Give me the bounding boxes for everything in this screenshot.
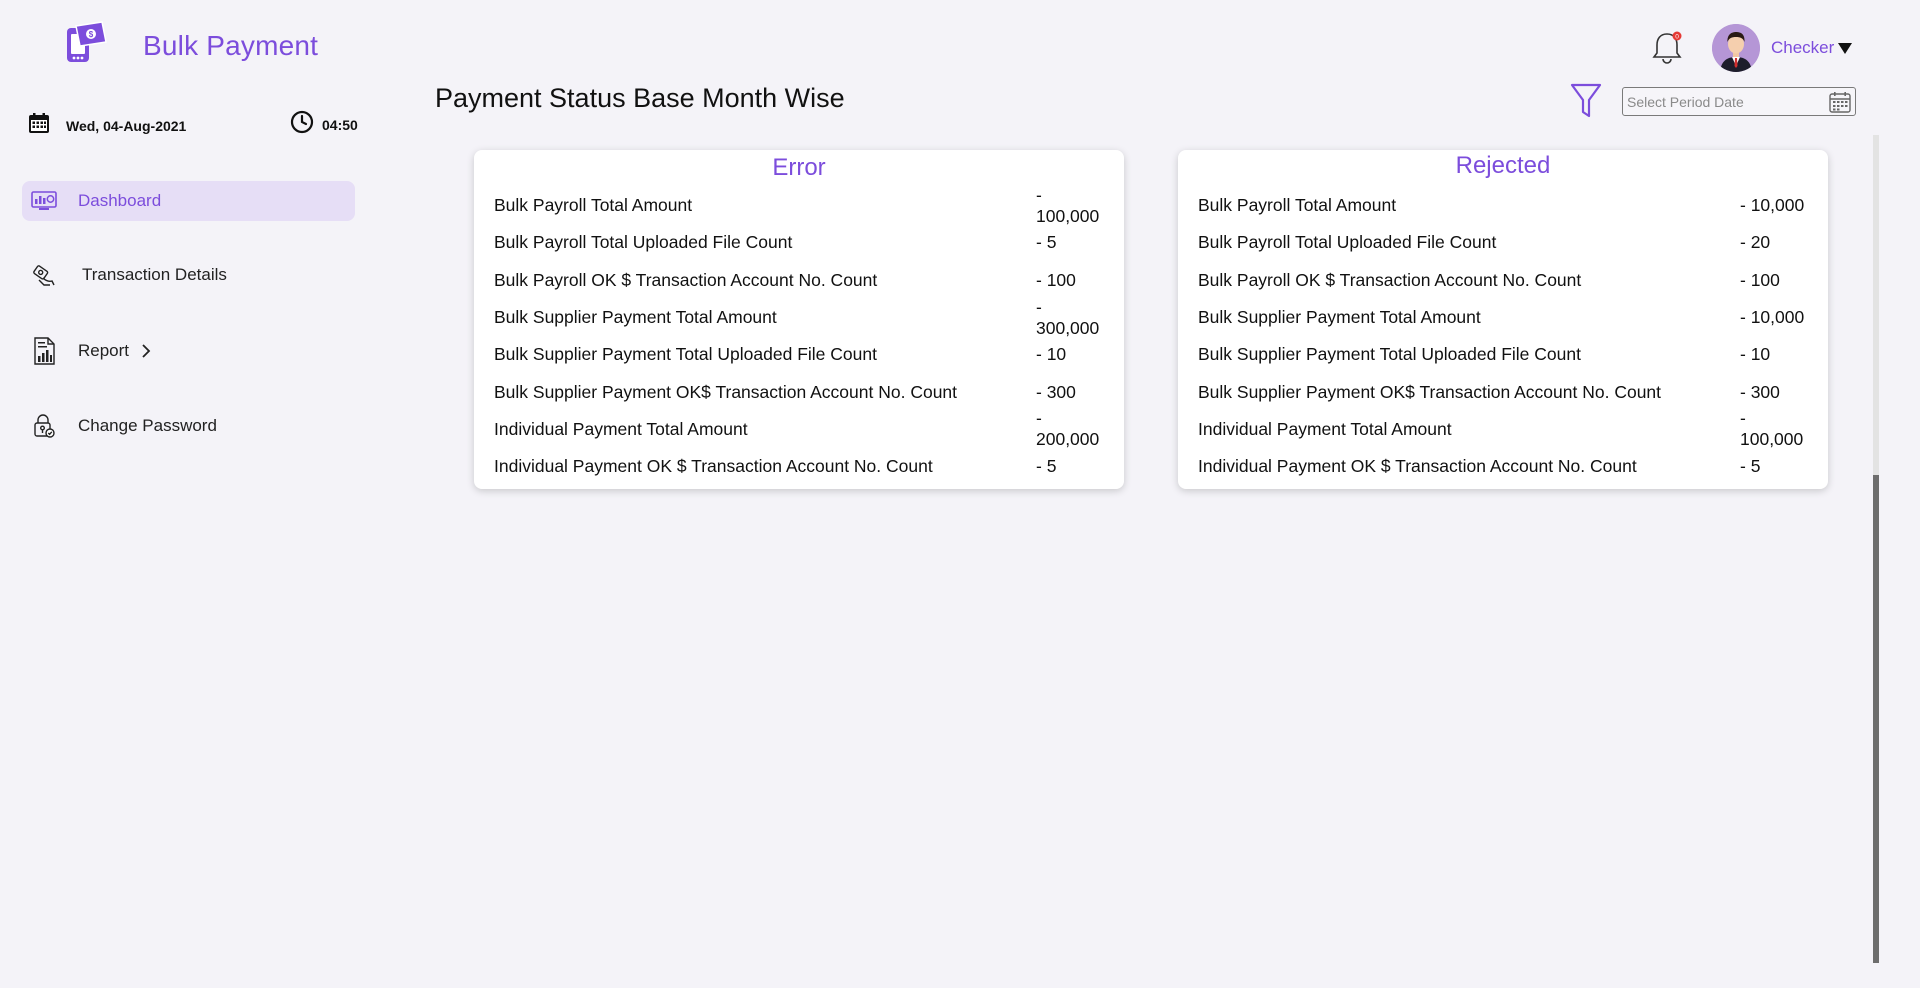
row-label: Individual Payment OK $ Transaction Acco… [494, 456, 933, 477]
notification-badge: 0 [1675, 34, 1679, 41]
current-time: 04:50 [290, 110, 358, 139]
sidebar-item-label: Dashboard [78, 191, 162, 210]
period-date-input[interactable] [1627, 93, 1817, 110]
sidebar-item-report[interactable]: Report [22, 331, 355, 371]
list-item: Bulk Supplier Payment OK$ Transaction Ac… [1198, 373, 1810, 410]
list-item: Bulk Payroll Total Amount - 10,000 [1198, 187, 1810, 224]
sidebar-item-dashboard[interactable]: Dashboard [22, 181, 355, 221]
row-label: Individual Payment OK $ Transaction Acco… [1198, 456, 1637, 477]
chevron-right-icon [141, 343, 151, 359]
transaction-icon [30, 261, 58, 289]
list-item: Bulk Supplier Payment Total Amount - 10,0… [1198, 299, 1810, 336]
clock-icon [290, 110, 314, 139]
brand-logo-icon: $ [64, 20, 110, 66]
user-menu[interactable]: Checker [1771, 38, 1853, 58]
row-label: Bulk Payroll OK $ Transaction Account No… [494, 269, 878, 290]
row-label: Bulk Supplier Payment Total Amount [494, 307, 777, 328]
row-label: Individual Payment Total Amount [1198, 418, 1452, 439]
row-value: - 300,000 [1036, 296, 1100, 338]
row-value: - 10,000 [1740, 307, 1805, 328]
row-value: - 100,000 [1036, 184, 1100, 226]
list-item: Bulk Payroll OK $ Transaction Account No… [494, 262, 1106, 299]
row-label: Individual Payment Total Amount [494, 418, 748, 439]
row-value: - 5 [1740, 456, 1761, 477]
list-item: Bulk Payroll Total Uploaded File Count - … [494, 224, 1106, 261]
card-title: Rejected [1455, 152, 1551, 179]
row-label: Bulk Supplier Payment Total Amount [1198, 307, 1481, 328]
sidebar-item-transaction-details[interactable]: Transaction Details [22, 255, 355, 295]
list-item: Bulk Payroll Total Uploaded File Count - … [1198, 224, 1810, 261]
rejected-card: Rejected Bulk Payroll Total Amount - 10,0… [1178, 150, 1828, 489]
list-item: Individual Payment OK $ Transaction Acco… [1198, 448, 1810, 485]
sidebar-item-change-password[interactable]: Change Password [22, 406, 355, 446]
list-item: Individual Payment Total Amount - 200,000 [494, 408, 1106, 450]
row-label: Bulk Payroll OK $ Transaction Account No… [1198, 269, 1582, 290]
calendar-icon[interactable] [1829, 91, 1851, 113]
list-item: Bulk Supplier Payment Total Amount - 300,… [494, 296, 1106, 338]
time-text: 04:50 [322, 116, 358, 133]
list-item: Individual Payment Total Amount - 100,000 [1198, 408, 1810, 450]
row-label: Bulk Payroll Total Uploaded File Count [1198, 232, 1497, 253]
list-item: Individual Payment OK $ Transaction Acco… [494, 448, 1106, 485]
current-date: Wed, 04-Aug-2021 [28, 112, 186, 139]
date-text: Wed, 04-Aug-2021 [66, 117, 187, 134]
row-value: - 5 [1036, 232, 1057, 253]
sidebar-item-label: Transaction Details [82, 265, 227, 284]
error-list: Bulk Payroll Total Amount - 100,000 Bulk … [494, 184, 1106, 485]
caret-down-icon [1838, 42, 1853, 54]
page-title: Payment Status Base Month Wise [435, 83, 845, 113]
row-value: - 5 [1036, 456, 1057, 477]
row-value: - 10,000 [1740, 195, 1805, 216]
row-label: Bulk Supplier Payment Total Uploaded Fil… [494, 344, 877, 365]
row-label: Bulk Payroll Total Amount [494, 195, 693, 216]
scrollbar-thumb[interactable] [1873, 475, 1879, 963]
row-value: - 20 [1740, 232, 1771, 253]
app-title: Bulk Payment [143, 30, 319, 61]
row-value: - 100 [1036, 269, 1076, 290]
row-value: - 300 [1740, 381, 1780, 402]
row-value: - 200,000 [1036, 408, 1100, 450]
dashboard-icon [30, 187, 58, 215]
list-item: Bulk Supplier Payment Total Uploaded Fil… [1198, 336, 1810, 373]
avatar[interactable] [1712, 24, 1760, 72]
sidebar-item-label: Report [78, 341, 130, 360]
sidebar-item-label: Change Password [78, 416, 217, 435]
error-card: Error Bulk Payroll Total Amount - 100,000… [474, 150, 1124, 489]
notification-bell-icon[interactable]: 0 [1650, 28, 1686, 66]
row-label: Bulk Payroll Total Uploaded File Count [494, 232, 793, 253]
row-label: Bulk Supplier Payment Total Uploaded Fil… [1198, 344, 1581, 365]
row-value: - 100,000 [1740, 408, 1804, 450]
row-label: Bulk Payroll Total Amount [1198, 195, 1397, 216]
password-lock-icon [30, 412, 58, 440]
row-value: - 10 [1740, 344, 1771, 365]
list-item: Bulk Payroll OK $ Transaction Account No… [1198, 262, 1810, 299]
row-label: Bulk Supplier Payment OK$ Transaction Ac… [494, 381, 958, 402]
row-label: Bulk Supplier Payment OK$ Transaction Ac… [1198, 381, 1662, 402]
row-value: - 300 [1036, 381, 1076, 402]
list-item: Bulk Supplier Payment Total Uploaded Fil… [494, 336, 1106, 373]
user-name: Checker [1771, 38, 1835, 57]
filter-icon[interactable] [1570, 83, 1602, 119]
svg-text:$: $ [89, 30, 94, 39]
list-item: Bulk Supplier Payment OK$ Transaction Ac… [494, 373, 1106, 410]
row-value: - 100 [1740, 269, 1780, 290]
period-date-field[interactable] [1622, 87, 1856, 116]
rejected-list: Bulk Payroll Total Amount - 10,000 Bulk P… [1198, 187, 1810, 485]
card-title: Error [772, 154, 826, 181]
list-item: Bulk Payroll Total Amount - 100,000 [494, 184, 1106, 226]
report-icon [30, 337, 58, 365]
calendar-icon [28, 112, 50, 139]
row-value: - 10 [1036, 344, 1067, 365]
